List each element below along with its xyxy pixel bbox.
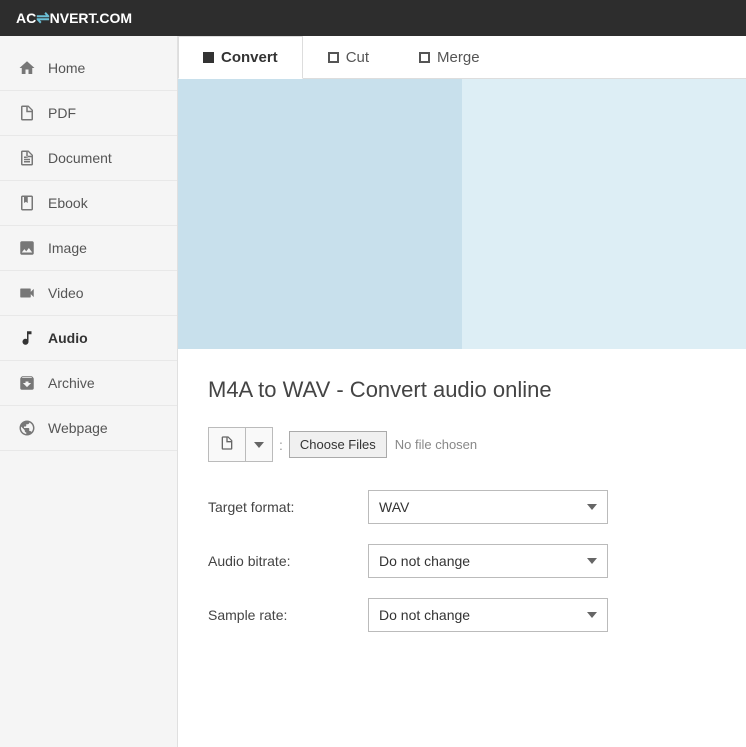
- choose-files-button[interactable]: Choose Files: [289, 431, 387, 458]
- tab-cut-label: Cut: [346, 49, 369, 66]
- logo: AC⇌NVERT.COM: [16, 8, 132, 28]
- tab-cut[interactable]: Cut: [303, 36, 394, 79]
- webpage-icon: [16, 417, 38, 439]
- hero-left: [178, 79, 462, 349]
- audio-bitrate-label: Audio bitrate:: [208, 553, 368, 569]
- target-format-label: Target format:: [208, 499, 368, 515]
- sidebar-label-webpage: Webpage: [48, 420, 108, 436]
- sidebar-item-video[interactable]: Video: [0, 271, 177, 316]
- sidebar-item-ebook[interactable]: Ebook: [0, 181, 177, 226]
- target-format-select[interactable]: WAV MP3 AAC FLAC OGG M4A WMA AIFF: [368, 490, 608, 524]
- sidebar-item-audio[interactable]: Audio: [0, 316, 177, 361]
- convert-tab-square: [203, 52, 214, 63]
- hero-banner: [178, 79, 746, 349]
- merge-tab-square: [419, 52, 430, 63]
- home-icon: [16, 57, 38, 79]
- sample-rate-label: Sample rate:: [208, 607, 368, 623]
- tab-convert-label: Convert: [221, 49, 278, 66]
- document-icon: [16, 147, 38, 169]
- topbar: AC⇌NVERT.COM: [0, 0, 746, 36]
- target-format-row: Target format: WAV MP3 AAC FLAC OGG M4A …: [208, 490, 716, 524]
- no-file-text: No file chosen: [395, 437, 477, 452]
- file-separator: :: [279, 437, 283, 453]
- file-doc-icon: [219, 435, 235, 451]
- sidebar-item-archive[interactable]: Archive: [0, 361, 177, 406]
- layout: Home PDF Document Ebook Image: [0, 36, 746, 747]
- sidebar-item-image[interactable]: Image: [0, 226, 177, 271]
- audio-bitrate-select[interactable]: Do not change 64 kbps 128 kbps 192 kbps …: [368, 544, 608, 578]
- sidebar-label-video: Video: [48, 285, 84, 301]
- sidebar-label-ebook: Ebook: [48, 195, 88, 211]
- sidebar-label-archive: Archive: [48, 375, 95, 391]
- logo-ac: AC: [16, 10, 36, 26]
- sidebar-item-pdf[interactable]: PDF: [0, 91, 177, 136]
- hero-right: [462, 79, 746, 349]
- sidebar-item-document[interactable]: Document: [0, 136, 177, 181]
- page-title: M4A to WAV - Convert audio online: [208, 377, 716, 403]
- tab-convert[interactable]: Convert: [178, 36, 303, 79]
- file-input-row: : Choose Files No file chosen: [208, 427, 716, 462]
- sidebar-label-image: Image: [48, 240, 87, 256]
- tab-merge[interactable]: Merge: [394, 36, 505, 79]
- audio-bitrate-row: Audio bitrate: Do not change 64 kbps 128…: [208, 544, 716, 578]
- sidebar-item-home[interactable]: Home: [0, 46, 177, 91]
- sidebar-label-audio: Audio: [48, 330, 88, 346]
- file-icon-button[interactable]: [208, 427, 273, 462]
- file-doc-button[interactable]: [209, 428, 246, 461]
- sidebar-label-pdf: PDF: [48, 105, 76, 121]
- audio-icon: [16, 327, 38, 349]
- logo-arrow: ⇌: [36, 10, 49, 27]
- archive-icon: [16, 372, 38, 394]
- main-area: M4A to WAV - Convert audio online : Choo…: [178, 349, 746, 747]
- tab-merge-label: Merge: [437, 49, 480, 66]
- logo-domain: NVERT.COM: [50, 10, 132, 26]
- file-arrow-button[interactable]: [246, 430, 272, 460]
- dropdown-arrow-icon: [254, 440, 264, 450]
- ebook-icon: [16, 192, 38, 214]
- sidebar-label-home: Home: [48, 60, 85, 76]
- image-icon: [16, 237, 38, 259]
- content: Convert Cut Merge M4A to WAV - Convert a…: [178, 36, 746, 747]
- cut-tab-square: [328, 52, 339, 63]
- sample-rate-row: Sample rate: Do not change 8000 Hz 11025…: [208, 598, 716, 632]
- sidebar-item-webpage[interactable]: Webpage: [0, 406, 177, 451]
- sidebar-label-document: Document: [48, 150, 112, 166]
- sample-rate-select[interactable]: Do not change 8000 Hz 11025 Hz 16000 Hz …: [368, 598, 608, 632]
- video-icon: [16, 282, 38, 304]
- tabbar: Convert Cut Merge: [178, 36, 746, 79]
- sidebar: Home PDF Document Ebook Image: [0, 36, 178, 747]
- pdf-icon: [16, 102, 38, 124]
